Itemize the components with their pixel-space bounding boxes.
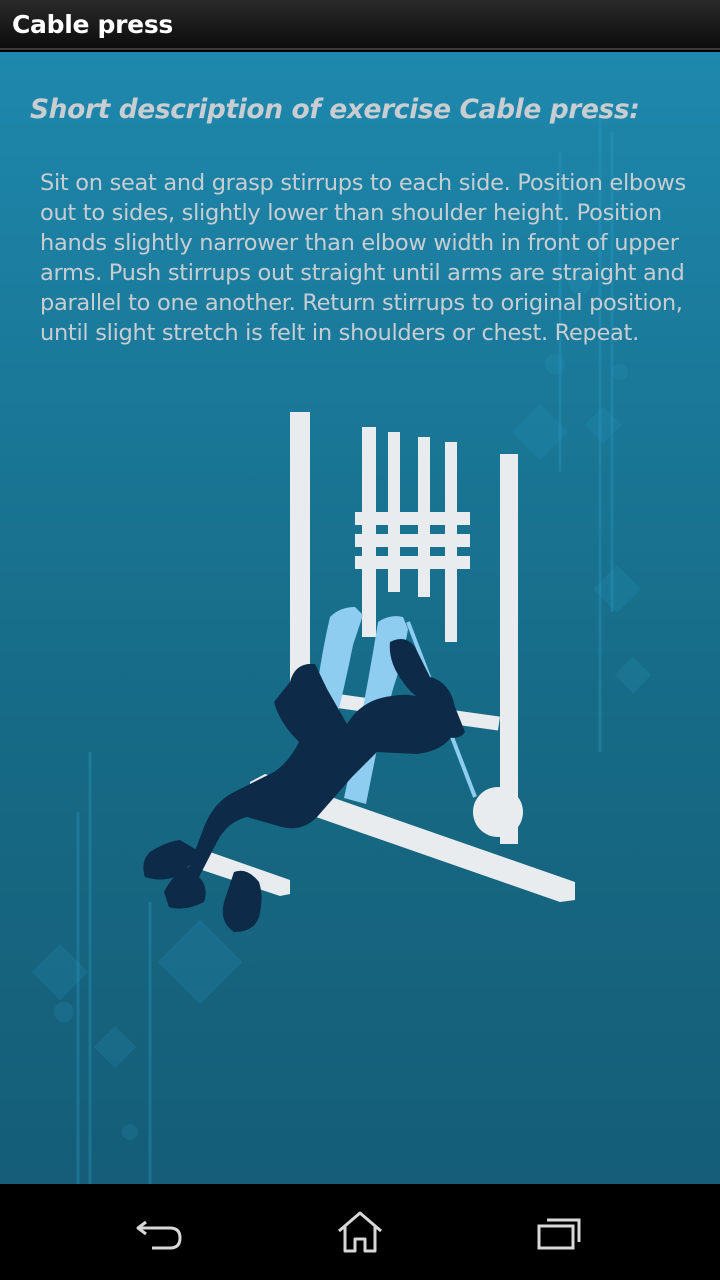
- exercise-heading: Short description of exercise Cable pres…: [30, 94, 640, 125]
- cable-press-illustration: [143, 412, 575, 932]
- navigation-bar: [0, 1184, 720, 1280]
- back-arrow-icon: [136, 1220, 182, 1250]
- home-button[interactable]: [310, 1202, 410, 1262]
- figure-body: [143, 638, 465, 932]
- action-bar: Cable press: [0, 0, 720, 50]
- recent-apps-icon: [537, 1218, 581, 1250]
- recent-apps-button[interactable]: [510, 1202, 610, 1262]
- home-icon: [338, 1211, 382, 1253]
- content-area[interactable]: Short description of exercise Cable pres…: [0, 52, 720, 1184]
- back-button[interactable]: [110, 1202, 210, 1262]
- screen: Cable press Short description of exercis…: [0, 0, 720, 1280]
- exercise-description: Sit on seat and grasp stirrups to each s…: [40, 170, 686, 346]
- page-title: Cable press: [12, 10, 173, 39]
